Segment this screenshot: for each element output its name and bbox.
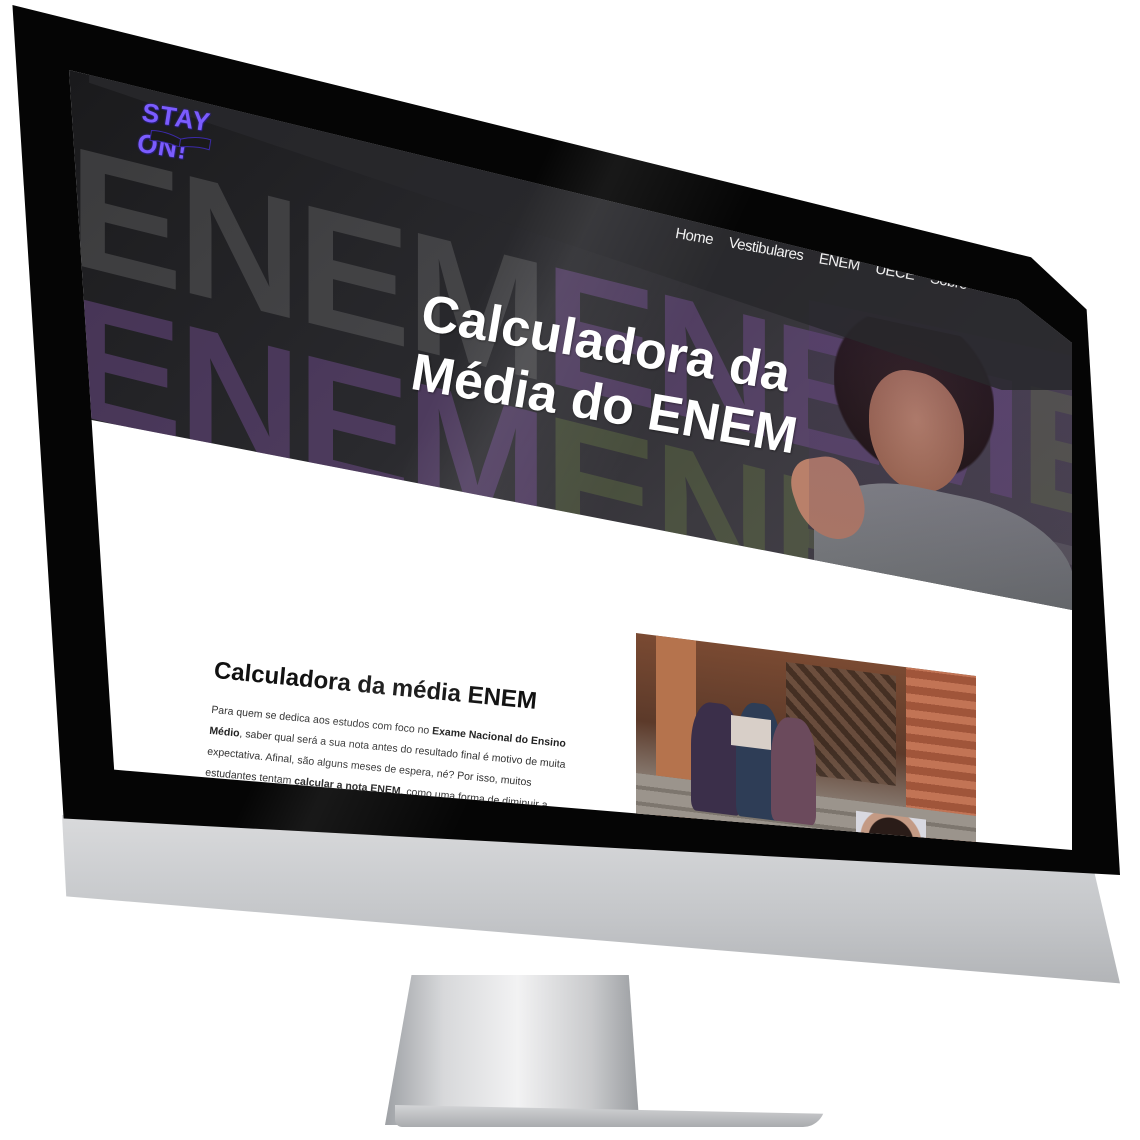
monitor-stand <box>385 975 640 1125</box>
